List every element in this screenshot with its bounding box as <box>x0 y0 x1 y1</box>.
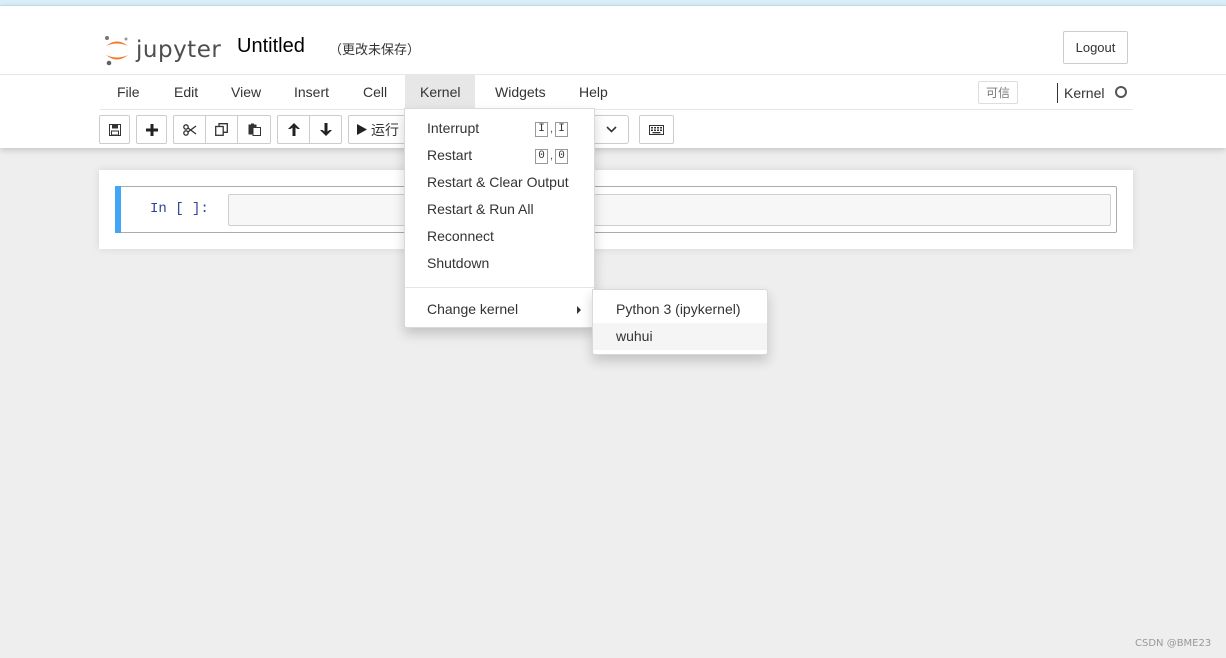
menu-file[interactable]: File <box>102 75 155 110</box>
cut-button[interactable] <box>173 115 206 144</box>
jupyter-logo-icon <box>105 36 128 66</box>
plus-icon <box>145 123 158 136</box>
shortcut-key: 0 <box>535 149 548 164</box>
menu-divider <box>405 287 594 288</box>
play-icon <box>357 124 367 135</box>
save-button[interactable] <box>99 115 130 144</box>
menu-item-interrupt[interactable]: Interrupt I,I <box>405 115 594 142</box>
menu-item-change-kernel[interactable]: Change kernel <box>405 296 594 323</box>
notebook-title[interactable]: Untitled <box>237 35 305 58</box>
menu-item-restart-run-all[interactable]: Restart & Run All <box>405 196 594 223</box>
shortcut-keys: 0,0 <box>535 149 569 164</box>
save-status: （更改未保存） <box>329 43 421 58</box>
save-icon <box>108 123 121 136</box>
trusted-badge[interactable]: 可信 <box>978 81 1018 104</box>
menu-item-restart-clear-output[interactable]: Restart & Clear Output <box>405 169 594 196</box>
move-down-button[interactable] <box>309 115 342 144</box>
run-label: 运行 <box>371 122 399 139</box>
move-up-button[interactable] <box>277 115 310 144</box>
menu-cell[interactable]: Cell <box>348 75 402 110</box>
paste-button[interactable] <box>237 115 271 144</box>
menu-help[interactable]: Help <box>564 75 623 110</box>
shortcut-keys: I,I <box>535 122 569 137</box>
jupyter-logo[interactable]: jupyter <box>104 32 221 68</box>
arrow-down-icon <box>319 123 332 136</box>
copy-icon <box>215 123 228 136</box>
kernel-dropdown-menu: Interrupt I,I Restart 0,0 Restart & Clea… <box>404 108 595 328</box>
shortcut-key: I <box>555 122 569 137</box>
caret-right-icon <box>577 306 581 314</box>
run-button[interactable]: 运行 <box>348 115 408 144</box>
paste-icon <box>248 123 261 136</box>
shortcut-key: 0 <box>555 149 569 164</box>
logout-button[interactable]: Logout <box>1063 31 1128 64</box>
watermark: CSDN @BME23 <box>1135 638 1212 649</box>
menu-item-label: Change kernel <box>427 301 519 317</box>
command-palette-button[interactable] <box>639 115 674 144</box>
menu-insert[interactable]: Insert <box>279 75 344 110</box>
insert-cell-button[interactable] <box>136 115 167 144</box>
arrow-up-icon <box>287 123 300 136</box>
menu-item-label: Interrupt <box>427 120 480 136</box>
cell-type-select[interactable] <box>595 115 629 144</box>
notebook-container: In [ ]: <box>99 170 1133 249</box>
kernel-name-indicator[interactable]: Kernel <box>1057 83 1104 103</box>
menu-item-restart[interactable]: Restart 0,0 <box>405 142 594 169</box>
menu-kernel[interactable]: Kernel <box>405 75 476 110</box>
keyboard-icon <box>649 124 664 135</box>
menu-view[interactable]: View <box>216 75 276 110</box>
menu-item-shutdown[interactable]: Shutdown <box>405 250 594 277</box>
chevron-down-icon <box>606 126 617 133</box>
notebook-header: jupyter Untitled （更改未保存） Logout File Edi… <box>0 6 1226 148</box>
kernel-option-wuhui[interactable]: wuhui <box>593 323 767 350</box>
scissors-icon <box>182 123 196 136</box>
code-cell[interactable]: In [ ]: <box>115 186 1117 233</box>
menu-item-label: Restart <box>427 147 473 163</box>
menu-edit[interactable]: Edit <box>159 75 213 110</box>
cell-selected-bar <box>115 186 121 233</box>
change-kernel-submenu: Python 3 (ipykernel) wuhui <box>592 289 768 355</box>
menu-widgets[interactable]: Widgets <box>480 75 561 110</box>
cell-input[interactable] <box>228 194 1111 226</box>
cell-prompt: In [ ]: <box>150 201 209 217</box>
menubar: File Edit View Insert Cell Kernel Widget… <box>100 74 1133 110</box>
kernel-status-icon <box>1115 86 1127 98</box>
kernel-option-python3[interactable]: Python 3 (ipykernel) <box>593 296 767 323</box>
shortcut-key: I <box>535 122 548 137</box>
menu-item-reconnect[interactable]: Reconnect <box>405 223 594 250</box>
copy-button[interactable] <box>205 115 238 144</box>
logo-text: jupyter <box>136 37 222 63</box>
